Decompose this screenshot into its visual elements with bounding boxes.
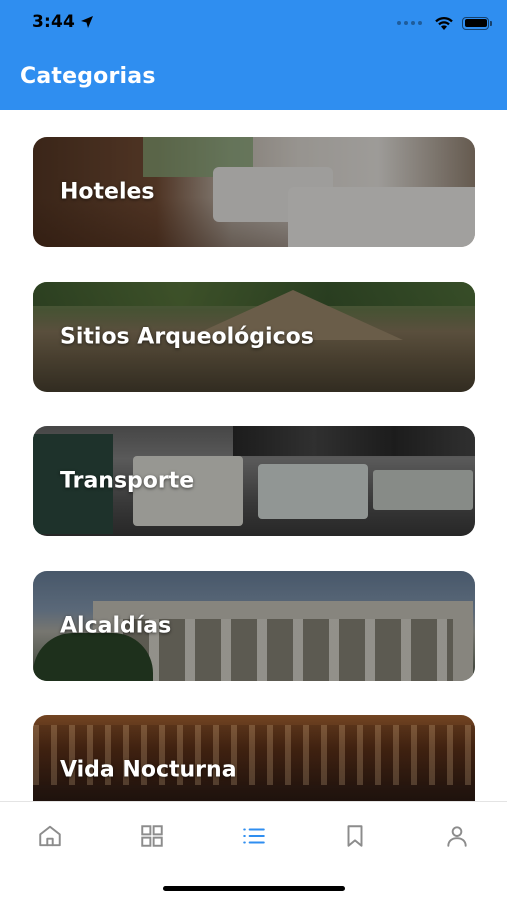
status-indicators xyxy=(397,13,492,33)
tab-categories-grid[interactable] xyxy=(136,820,168,852)
tab-home[interactable] xyxy=(34,820,66,852)
category-label: Transporte xyxy=(60,468,195,494)
category-label: Sitios Arqueológicos xyxy=(60,324,314,350)
list-icon xyxy=(243,828,265,844)
category-label: Vida Nocturna xyxy=(60,757,237,783)
bookmark-icon xyxy=(347,825,363,847)
category-card-sitios-arqueologicos[interactable]: Sitios Arqueológicos xyxy=(33,282,475,392)
app-header: 3:44 Categorias xyxy=(0,0,507,110)
category-label: Hoteles xyxy=(60,179,155,205)
home-indicator xyxy=(163,886,345,891)
tab-list[interactable] xyxy=(238,820,270,852)
user-icon xyxy=(447,826,467,847)
category-card-hoteles[interactable]: Hoteles xyxy=(33,137,475,247)
category-card-transporte[interactable]: Transporte xyxy=(33,426,475,536)
category-card-vida-nocturna[interactable]: Vida Nocturna xyxy=(33,715,475,801)
signal-icon xyxy=(397,21,422,25)
wifi-icon xyxy=(435,16,453,30)
page-title: Categorias xyxy=(20,64,156,89)
category-card-alcaldias[interactable]: Alcaldías xyxy=(33,571,475,681)
grid-icon xyxy=(141,825,163,847)
category-list: Hoteles Sitios Arqueológicos Transporte … xyxy=(0,110,507,801)
tab-profile[interactable] xyxy=(441,820,473,852)
status-bar: 3:44 xyxy=(0,0,507,46)
category-label: Alcaldías xyxy=(60,613,172,639)
status-time: 3:44 xyxy=(32,12,76,32)
battery-icon xyxy=(462,16,492,30)
tab-bookmarks[interactable] xyxy=(339,820,371,852)
home-icon xyxy=(39,825,61,847)
location-arrow-icon xyxy=(81,16,93,28)
